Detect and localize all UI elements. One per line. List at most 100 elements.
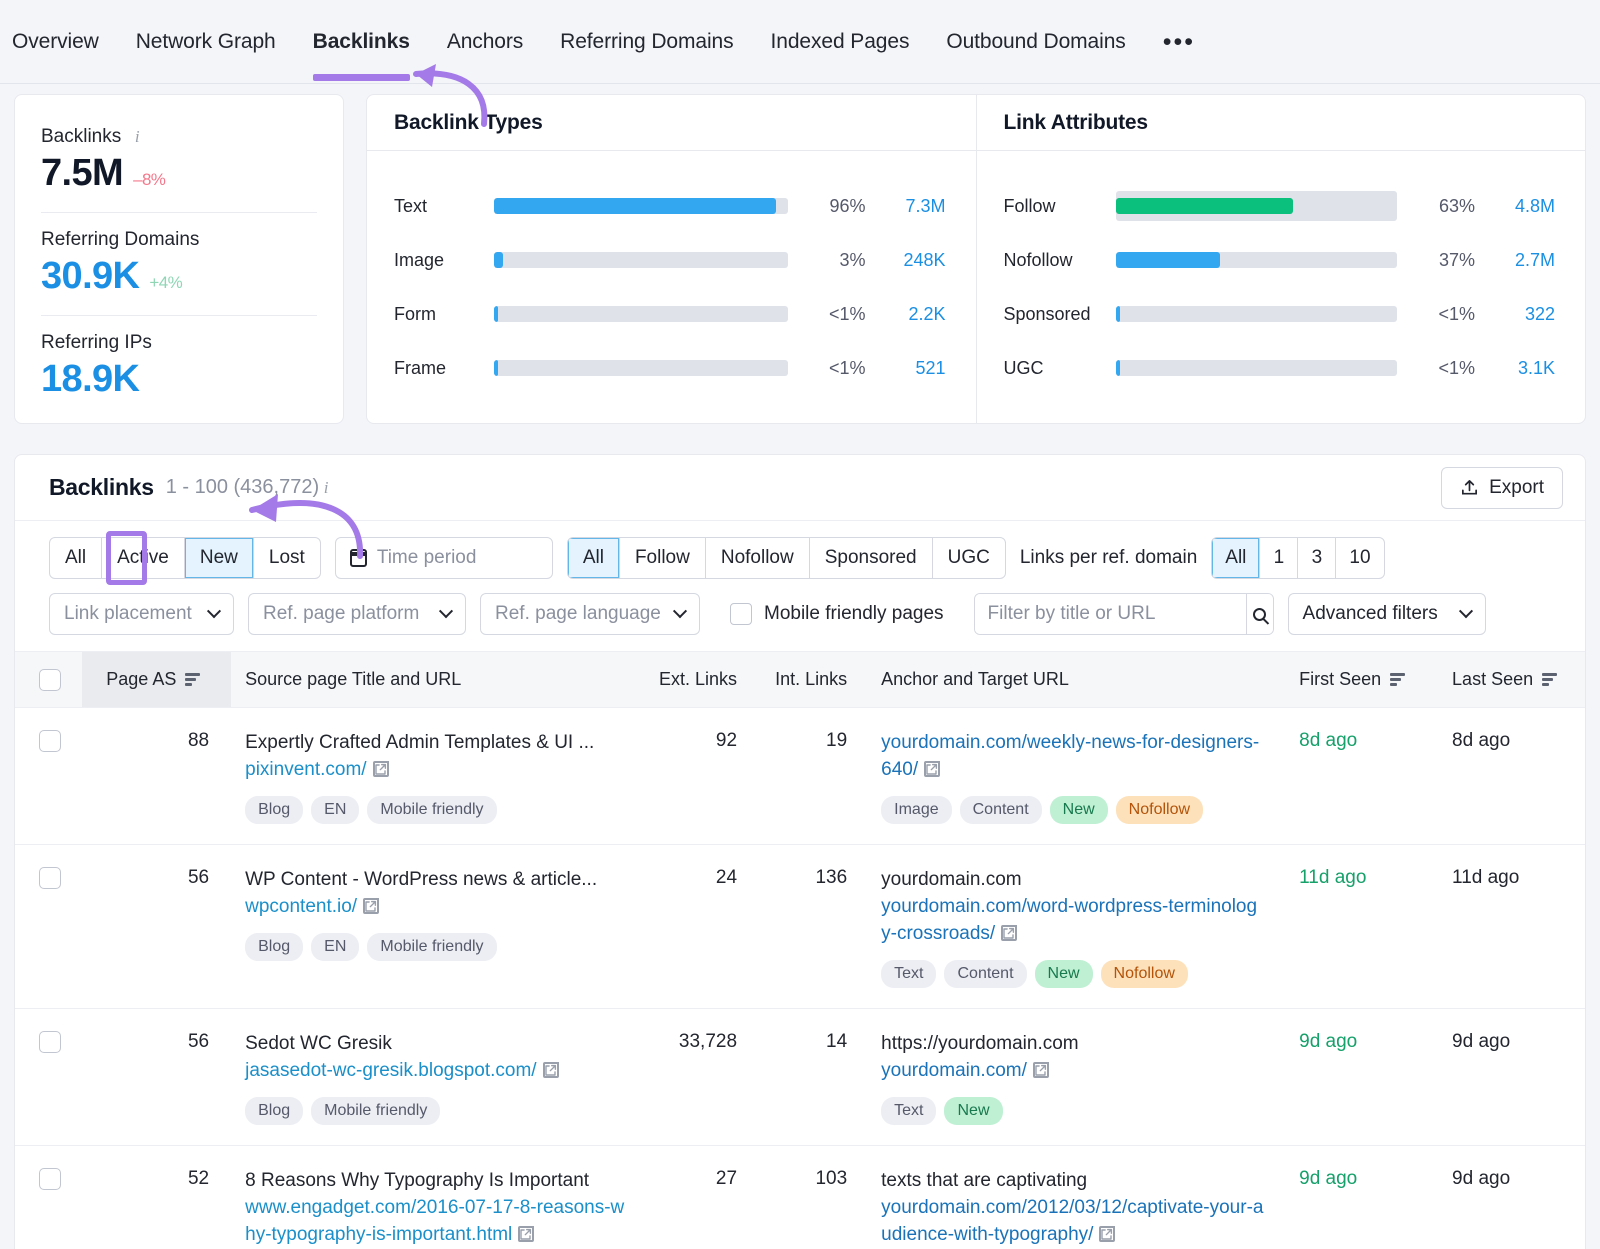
search-input[interactable] bbox=[975, 594, 1246, 634]
tag-new: New bbox=[1035, 960, 1093, 988]
bar-percent: <1% bbox=[1397, 358, 1475, 379]
links-per-domain-1[interactable]: 1 bbox=[1259, 538, 1297, 578]
attribute-filter-nofollow[interactable]: Nofollow bbox=[705, 538, 809, 578]
sort-icon[interactable] bbox=[1542, 673, 1557, 686]
link-placement-select[interactable]: Link placement bbox=[49, 593, 234, 635]
bar-percent: <1% bbox=[1397, 304, 1475, 325]
bar-label: Frame bbox=[394, 358, 494, 379]
row-checkbox[interactable] bbox=[39, 867, 61, 889]
bar-value[interactable]: 2.2K bbox=[866, 304, 946, 325]
bar-value[interactable]: 7.3M bbox=[866, 196, 946, 217]
status-filter-lost[interactable]: Lost bbox=[253, 538, 320, 578]
nav-tab-indexed-pages[interactable]: Indexed Pages bbox=[771, 30, 910, 54]
info-icon[interactable]: i bbox=[319, 480, 333, 496]
links-per-domain-10[interactable]: 10 bbox=[1335, 538, 1383, 578]
chevron-down-icon bbox=[1458, 604, 1472, 618]
row-checkbox[interactable] bbox=[39, 1031, 61, 1053]
status-filter-all[interactable]: All bbox=[50, 538, 101, 578]
nav-tab-referring-domains[interactable]: Referring Domains bbox=[560, 30, 733, 54]
links-per-domain-group[interactable]: All1310 bbox=[1211, 537, 1384, 579]
bar-value[interactable]: 322 bbox=[1475, 304, 1555, 325]
external-link-icon[interactable] bbox=[924, 762, 939, 777]
cell-source-page: Expertly Crafted Admin Templates & UI ..… bbox=[231, 708, 639, 845]
links-per-domain-3[interactable]: 3 bbox=[1297, 538, 1335, 578]
bar-fill bbox=[494, 360, 498, 376]
cell-select bbox=[15, 1008, 82, 1145]
column-header-as[interactable]: Page AS bbox=[82, 652, 231, 708]
time-period-label: Time period bbox=[377, 547, 477, 569]
external-link-icon[interactable] bbox=[1001, 926, 1016, 941]
bar-row: Text96%7.3M bbox=[394, 179, 946, 233]
row-checkbox[interactable] bbox=[39, 730, 61, 752]
attribute-filter-ugc[interactable]: UGC bbox=[932, 538, 1005, 578]
external-link-icon[interactable] bbox=[1033, 1063, 1048, 1078]
bar-fill bbox=[1116, 198, 1293, 214]
external-link-icon[interactable] bbox=[518, 1227, 533, 1242]
nav-tab-overview[interactable]: Overview bbox=[12, 30, 99, 54]
source-tags: BlogENMobile friendly bbox=[245, 796, 625, 824]
select-all-checkbox[interactable] bbox=[39, 669, 61, 691]
bar-value[interactable]: 2.7M bbox=[1475, 250, 1555, 271]
column-header-inner: Ext. Links bbox=[653, 669, 737, 690]
sort-icon[interactable] bbox=[185, 673, 200, 686]
cell-last-seen: 11d ago bbox=[1432, 844, 1585, 1008]
external-link-icon[interactable] bbox=[1099, 1227, 1114, 1242]
link-attribute-filter-group[interactable]: AllFollowNofollowSponsoredUGC bbox=[567, 537, 1006, 579]
attribute-filter-all[interactable]: All bbox=[568, 538, 619, 578]
links-per-domain-all[interactable]: All bbox=[1212, 538, 1259, 578]
target-url[interactable]: yourdomain.com/2012/03/12/captivate-your… bbox=[881, 1197, 1263, 1245]
source-page-url[interactable]: wpcontent.io/ bbox=[245, 896, 357, 917]
bar-value[interactable]: 248K bbox=[866, 250, 946, 271]
target-url[interactable]: yourdomain.com/ bbox=[881, 1060, 1027, 1081]
bar-row: Image3%248K bbox=[394, 233, 946, 287]
ref-page-platform-select[interactable]: Ref. page platform bbox=[248, 593, 466, 635]
search-button[interactable] bbox=[1246, 594, 1273, 634]
cell-anchor-target: texts that are captivatingyourdomain.com… bbox=[861, 1145, 1279, 1249]
nav-tab-network-graph[interactable]: Network Graph bbox=[136, 30, 276, 54]
source-page-url[interactable]: jasasedot-wc-gresik.blogspot.com/ bbox=[245, 1060, 536, 1081]
sort-icon[interactable] bbox=[1390, 673, 1405, 686]
external-link-icon[interactable] bbox=[373, 762, 388, 777]
status-filter-active[interactable]: Active bbox=[101, 538, 184, 578]
summary-cards: Backlinksi7.5M–8%Referring Domains30.9K+… bbox=[0, 84, 1600, 424]
bar-label: UGC bbox=[1004, 358, 1116, 379]
source-page-url[interactable]: www.engadget.com/2016-07-17-8-reasons-wh… bbox=[245, 1197, 624, 1245]
more-tabs-button[interactable]: ••• bbox=[1163, 37, 1195, 47]
cell-int-links: 136 bbox=[751, 844, 861, 1008]
chevron-down-icon bbox=[439, 604, 453, 618]
advanced-filters-select[interactable]: Advanced filters bbox=[1288, 593, 1486, 635]
bar-value[interactable]: 4.8M bbox=[1475, 196, 1555, 217]
cell-first-seen: 8d ago bbox=[1279, 708, 1432, 845]
external-link-icon[interactable] bbox=[543, 1063, 558, 1078]
cell-int-links: 103 bbox=[751, 1145, 861, 1249]
time-period-filter[interactable]: Time period bbox=[335, 537, 553, 579]
export-button[interactable]: Export bbox=[1441, 467, 1563, 509]
tag-en: EN bbox=[311, 796, 359, 824]
bar-value[interactable]: 521 bbox=[866, 358, 946, 379]
mobile-friendly-checkbox-wrap[interactable]: Mobile friendly pages bbox=[730, 603, 944, 625]
kpi-value-text: 18.9K bbox=[41, 358, 139, 401]
cell-page-as: 52 bbox=[82, 1145, 231, 1249]
attribute-filter-sponsored[interactable]: Sponsored bbox=[809, 538, 932, 578]
ref-page-language-select[interactable]: Ref. page language bbox=[480, 593, 700, 635]
status-filter-new[interactable]: New bbox=[184, 538, 253, 578]
bar-label: Image bbox=[394, 250, 494, 271]
column-header-ls[interactable]: Last Seen bbox=[1432, 652, 1585, 708]
info-icon[interactable]: i bbox=[130, 129, 144, 145]
search-icon bbox=[1253, 608, 1266, 621]
row-checkbox[interactable] bbox=[39, 1168, 61, 1190]
bar-row: Frame<1%521 bbox=[394, 341, 946, 395]
external-link-icon[interactable] bbox=[363, 899, 378, 914]
attribute-filter-follow[interactable]: Follow bbox=[619, 538, 705, 578]
target-url[interactable]: yourdomain.com/word-wordpress-terminolog… bbox=[881, 896, 1257, 944]
bar-value[interactable]: 3.1K bbox=[1475, 358, 1555, 379]
mobile-friendly-checkbox[interactable] bbox=[730, 603, 752, 625]
bar-track bbox=[1116, 306, 1398, 322]
nav-tab-anchors[interactable]: Anchors bbox=[447, 30, 523, 54]
cell-select bbox=[15, 844, 82, 1008]
nav-tab-outbound-domains[interactable]: Outbound Domains bbox=[946, 30, 1125, 54]
column-header-fs[interactable]: First Seen bbox=[1279, 652, 1432, 708]
source-page-url[interactable]: pixinvent.com/ bbox=[245, 759, 366, 780]
nav-tab-backlinks[interactable]: Backlinks bbox=[313, 30, 410, 54]
status-filter-group[interactable]: AllActiveNewLost bbox=[49, 537, 321, 579]
